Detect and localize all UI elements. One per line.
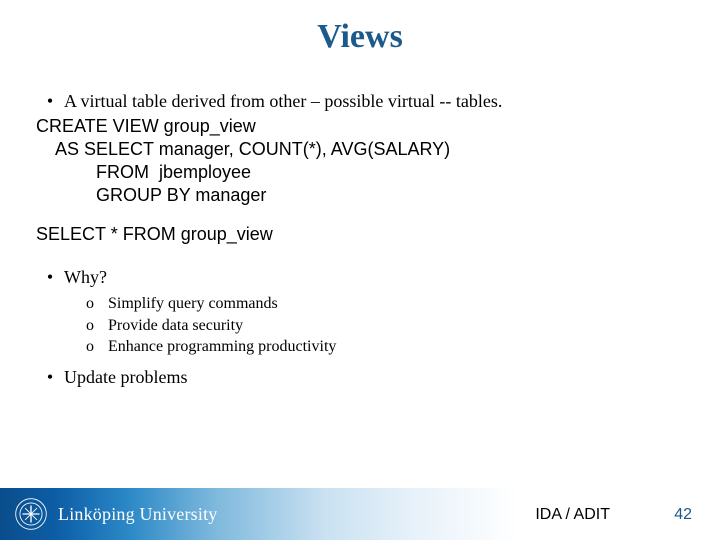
slide-title: Views [36,18,684,56]
list-item-text: Enhance programming productivity [108,336,336,358]
list-item: o Simplify query commands [86,293,684,315]
department-label: IDA / ADIT [535,506,610,524]
slide: Views • A virtual table derived from oth… [0,0,720,540]
footer-bar: Linköping University [0,488,720,540]
bullet-dot-icon: • [36,90,64,113]
bullet-update-text: Update problems [64,366,187,389]
bullet-update: • Update problems [36,366,684,389]
university-name: Linköping University [58,504,218,525]
list-item-text: Simplify query commands [108,293,278,315]
seal-icon [14,497,48,531]
why-sublist: o Simplify query commands o Provide data… [36,293,684,358]
slide-body: • A virtual table derived from other – p… [36,90,684,389]
bullet-intro: • A virtual table derived from other – p… [36,90,684,113]
sub-bullet-icon: o [86,315,108,337]
list-item: o Enhance programming productivity [86,336,684,358]
sql-select-view: SELECT * FROM group_view [36,223,684,246]
university-logo: Linköping University [0,497,218,531]
list-item-text: Provide data security [108,315,243,337]
bullet-dot-icon: • [36,266,64,289]
bullet-why: • Why? [36,266,684,289]
sub-bullet-icon: o [86,336,108,358]
sql-create-view: CREATE VIEW group_view AS SELECT manager… [36,115,684,207]
bullet-intro-text: A virtual table derived from other – pos… [64,90,502,113]
sub-bullet-icon: o [86,293,108,315]
bullet-dot-icon: • [36,366,64,389]
page-number: 42 [674,506,692,524]
list-item: o Provide data security [86,315,684,337]
bullet-why-text: Why? [64,266,107,289]
